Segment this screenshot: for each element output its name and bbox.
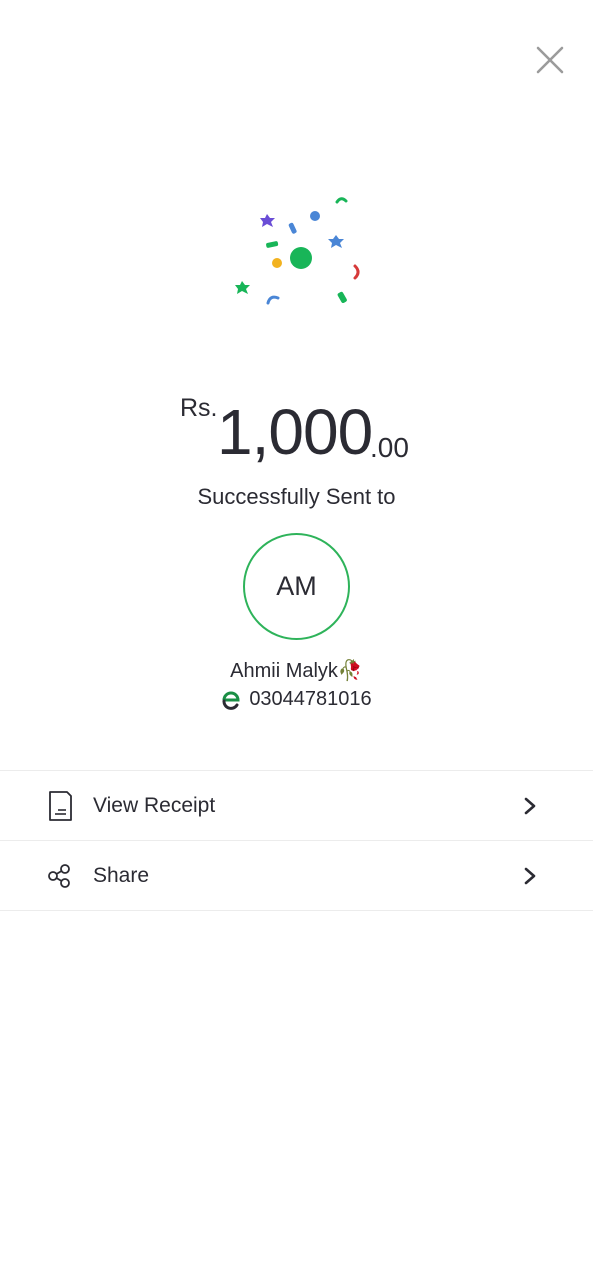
view-receipt-label: View Receipt	[93, 794, 216, 817]
close-icon	[536, 46, 564, 74]
confetti-illustration	[220, 185, 380, 315]
share-icon	[46, 860, 74, 892]
close-button[interactable]	[530, 40, 570, 80]
currency-label: Rs.	[180, 394, 218, 422]
view-receipt-button[interactable]: View Receipt	[0, 770, 593, 840]
recipient-name: Ahmii Malyk🥀	[230, 660, 363, 682]
success-message: Successfully Sent to	[197, 484, 396, 509]
recipient-number-row: 03044781016	[0, 688, 593, 711]
amount-display: Rs. 1,000 .00	[0, 388, 593, 478]
action-list: View Receipt Share	[0, 770, 593, 911]
amount-value: 1,000	[217, 396, 373, 468]
avatar: AM	[243, 533, 350, 640]
share-button[interactable]: Share	[0, 840, 593, 911]
amount-decimals: .00	[370, 432, 409, 463]
recipient-number: 03044781016	[249, 688, 372, 710]
avatar-initials: AM	[276, 571, 317, 601]
chevron-right-icon	[520, 865, 540, 887]
chevron-right-icon	[520, 795, 540, 817]
share-label: Share	[93, 864, 150, 887]
receipt-icon	[46, 790, 74, 822]
network-logo-icon	[222, 691, 240, 710]
